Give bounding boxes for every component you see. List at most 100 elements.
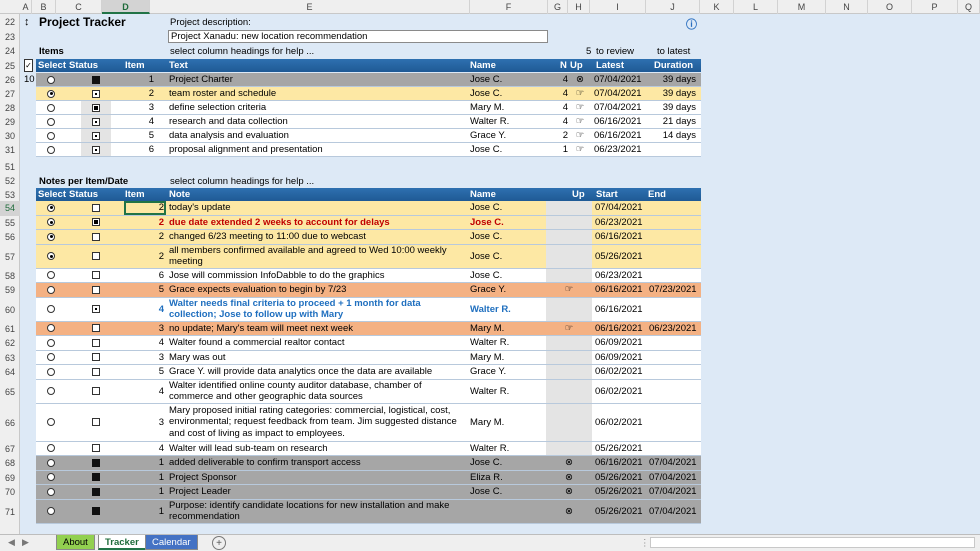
item-up-icon[interactable]: ☞ <box>569 101 591 114</box>
status-cell[interactable] <box>81 380 111 403</box>
column-header-j[interactable]: J <box>646 0 700 14</box>
items-col-header-select[interactable]: Select <box>38 59 66 72</box>
status-cell[interactable] <box>81 245 111 268</box>
notes-col-header-select[interactable]: Select <box>38 188 66 201</box>
status-cell[interactable] <box>81 322 111 336</box>
items-col-header-duration[interactable]: Duration <box>654 59 693 72</box>
column-header-m[interactable]: M <box>778 0 826 14</box>
items-col-header-status[interactable]: Status <box>69 59 98 72</box>
sort-arrows-icon[interactable]: ↕ <box>24 15 30 29</box>
notes-table-row[interactable]: 2 all members confirmed available and agr… <box>36 244 701 269</box>
notes-table-row[interactable]: 6 Jose will commission InfoDabble to do t… <box>36 268 701 283</box>
select-radio[interactable] <box>47 232 55 241</box>
select-radio[interactable] <box>47 89 55 98</box>
note-up-icon[interactable] <box>546 268 592 282</box>
note-up-icon[interactable]: ☞ <box>546 322 592 336</box>
status-half-icon[interactable] <box>92 117 100 126</box>
note-text[interactable]: all members confirmed available and agre… <box>167 245 468 268</box>
status-cell[interactable] <box>81 87 111 100</box>
status-cell[interactable] <box>81 456 111 470</box>
notes-table-row[interactable]: 5 Grace expects evaluation to begin by 7/… <box>36 283 701 298</box>
next-sheet-icon[interactable]: ▶ <box>22 537 29 548</box>
horizontal-scrollbar[interactable] <box>650 537 975 548</box>
note-up-icon[interactable] <box>546 244 592 268</box>
status-empty-icon[interactable] <box>92 353 100 362</box>
notes-table-row[interactable]: 4 Walter needs final criteria to proceed … <box>36 297 701 322</box>
note-item-number[interactable]: 4 <box>124 380 166 403</box>
note-text[interactable]: Purpose: identify candidate locations fo… <box>167 500 468 523</box>
item-text[interactable]: data analysis and evaluation <box>167 129 467 142</box>
note-up-icon[interactable]: ☞ <box>546 283 592 297</box>
select-cell[interactable] <box>36 73 66 86</box>
items-col-header-up[interactable]: Up <box>570 59 583 72</box>
select-radio[interactable] <box>47 338 55 347</box>
column-header-o[interactable]: O <box>868 0 912 14</box>
note-item-number[interactable]: 1 <box>124 456 166 470</box>
items-table-row[interactable]: 5 data analysis and evaluation Grace Y. 2 ☞ 0… <box>36 129 701 143</box>
items-col-header-n[interactable]: N <box>560 59 567 72</box>
select-radio[interactable] <box>47 458 55 467</box>
item-up-icon[interactable]: ☞ <box>569 129 591 142</box>
select-radio[interactable] <box>47 271 55 280</box>
note-item-number[interactable]: 2 <box>124 201 166 215</box>
status-empty-icon[interactable] <box>92 232 100 241</box>
status-cell[interactable] <box>81 115 111 128</box>
status-cell[interactable] <box>81 73 111 86</box>
row-header[interactable]: 29 <box>0 115 20 129</box>
notes-table-row[interactable]: 2 due date extended 2 weeks to account fo… <box>36 215 701 230</box>
select-cell[interactable] <box>36 143 66 156</box>
row-header[interactable]: 26 <box>0 73 20 87</box>
select-radio[interactable] <box>47 418 55 426</box>
row-header[interactable]: 67 <box>0 442 20 457</box>
row-header[interactable]: 24 <box>0 44 20 58</box>
status-solid-icon[interactable] <box>92 507 100 515</box>
note-text[interactable]: changed 6/23 meeting to 11:00 due to web… <box>167 230 468 244</box>
row-header[interactable]: 54 <box>0 201 20 216</box>
notes-col-header-end[interactable]: End <box>648 188 666 201</box>
select-radio[interactable] <box>47 324 55 333</box>
status-cell[interactable] <box>81 143 111 156</box>
note-up-icon[interactable] <box>546 201 592 215</box>
status-empty-icon[interactable] <box>92 387 100 395</box>
select-radio[interactable] <box>47 252 55 260</box>
status-empty-icon[interactable] <box>92 285 100 294</box>
items-col-header-text[interactable]: Text <box>169 59 188 72</box>
notes-col-header-note[interactable]: Note <box>169 188 190 201</box>
status-empty-icon[interactable] <box>92 444 100 453</box>
note-item-number[interactable]: 3 <box>124 322 166 336</box>
note-item-number[interactable]: 2 <box>124 216 166 230</box>
select-radio[interactable] <box>47 473 55 482</box>
select-cell[interactable] <box>36 365 66 379</box>
select-cell[interactable] <box>36 336 66 350</box>
column-header-d[interactable]: D <box>102 0 150 14</box>
status-filledbox-icon[interactable] <box>92 218 100 227</box>
select-radio[interactable] <box>47 507 55 515</box>
note-up-icon[interactable]: ⊗ <box>546 500 592 523</box>
select-radio[interactable] <box>47 117 55 126</box>
status-filledbox-icon[interactable] <box>92 103 100 112</box>
items-table-row[interactable]: 3 define selection criteria Mary M. 4 ☞ 07/04… <box>36 101 701 115</box>
row-header[interactable]: 68 <box>0 456 20 471</box>
notes-table-row[interactable]: 3 no update; Mary's team will meet next w… <box>36 321 701 336</box>
row-header[interactable]: 70 <box>0 485 20 500</box>
note-text[interactable]: Walter identified online county auditor … <box>167 380 468 403</box>
note-text[interactable]: Mary was out <box>167 351 468 365</box>
status-half-icon[interactable] <box>92 89 100 98</box>
sheet-tab-calendar[interactable]: Calendar <box>145 535 198 550</box>
note-text[interactable]: due date extended 2 weeks to account for… <box>167 216 468 230</box>
notes-col-header-name[interactable]: Name <box>470 188 496 201</box>
note-item-number[interactable]: 1 <box>124 485 166 499</box>
column-header-l[interactable]: L <box>734 0 778 14</box>
item-text[interactable]: research and data collection <box>167 115 467 128</box>
row-header[interactable]: 66 <box>0 404 20 442</box>
items-table-row[interactable]: 6 proposal alignment and presentation Jose… <box>36 143 701 157</box>
row-header[interactable]: 59 <box>0 283 20 298</box>
select-cell[interactable] <box>36 87 66 100</box>
select-cell[interactable] <box>36 351 66 365</box>
row-header[interactable]: 55 <box>0 216 20 231</box>
status-solid-icon[interactable] <box>92 75 100 84</box>
notes-table-row[interactable]: 2 changed 6/23 meeting to 11:00 due to we… <box>36 230 701 245</box>
note-up-icon[interactable] <box>546 441 592 455</box>
notes-table-header[interactable]: Select Status Item Note Name Up Start End <box>36 188 701 201</box>
note-item-number[interactable]: 3 <box>124 404 166 441</box>
